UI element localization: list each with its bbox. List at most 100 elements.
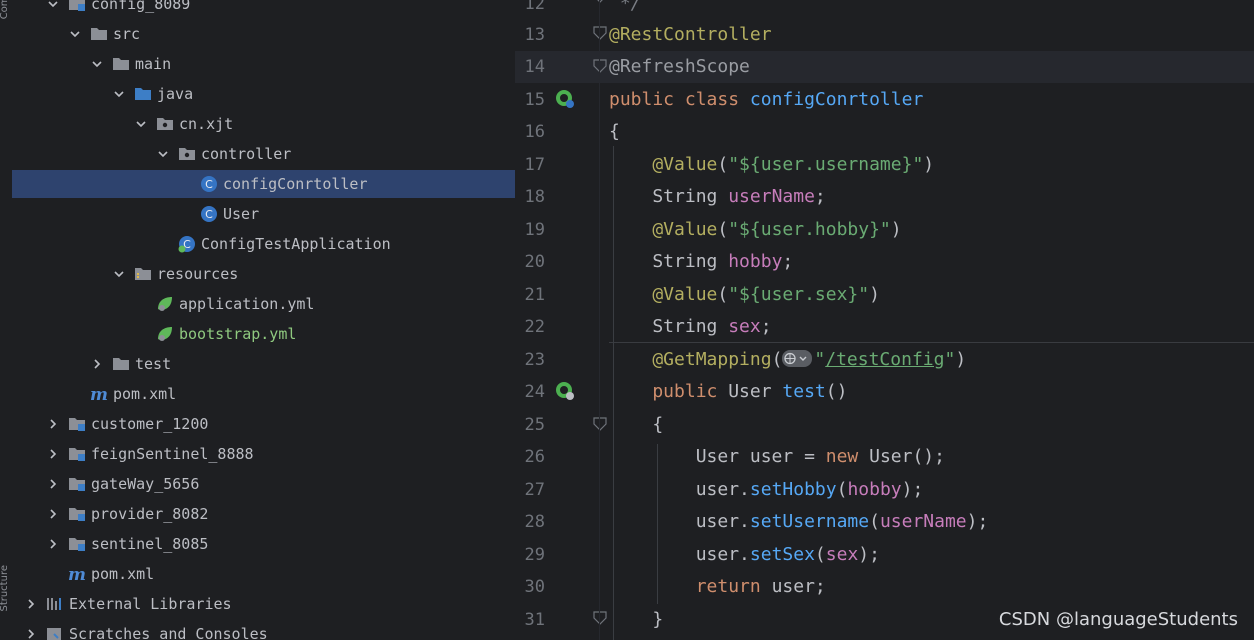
line-number: 12 [524, 0, 545, 14]
code-text: @Value("${user.username}") [609, 153, 934, 177]
line-number: 16 [524, 122, 545, 142]
code-token: hobby [847, 479, 902, 500]
code-line[interactable]: 27 user.setHobby(hobby); [515, 474, 1254, 506]
code-token: ( [717, 154, 729, 175]
code-line[interactable]: 30 return user; [515, 571, 1254, 603]
tree-item-cn-xjt[interactable]: cn.xjt [12, 110, 515, 138]
tree-item-provider-8082[interactable]: provider_8082 [12, 500, 515, 528]
tree-item-configconrtoller[interactable]: CconfigConrtoller [12, 170, 515, 198]
chevron-down-icon[interactable] [68, 20, 82, 48]
code-text: public class configConrtoller [609, 88, 923, 112]
tree-item-external-libraries[interactable]: External Libraries [12, 590, 515, 618]
chevron-down-icon[interactable] [134, 110, 148, 138]
code-line[interactable]: 26 User user = new User(); [515, 441, 1254, 473]
code-line[interactable]: 29 user.setSex(sex); [515, 539, 1254, 571]
web-endpoint-gutter-icon[interactable] [554, 380, 574, 400]
tree-item-test[interactable]: test [12, 350, 515, 378]
line-number: 18 [524, 187, 545, 207]
code-editor[interactable]: 12 */ 13 @RestController 14 @RefreshScope 15 p… [515, 0, 1254, 640]
tree-item-main[interactable]: main [12, 50, 515, 78]
code-line[interactable]: 13 @RestController [515, 19, 1254, 51]
tree-item-config-8089[interactable]: config_8089 [12, 0, 515, 18]
tree-item-scratches-and-consoles[interactable]: Scratches and Consoles [12, 620, 515, 640]
commit-tab[interactable]: Commit [0, 0, 10, 19]
code-token: setUsername [749, 511, 870, 532]
tree-item-gateway-5656[interactable]: gateWay_5656 [12, 470, 515, 498]
chevron-right-icon[interactable] [46, 440, 60, 468]
code-line[interactable]: 17 @Value("${user.username}") [515, 149, 1254, 181]
chevron-down-icon[interactable] [46, 0, 60, 18]
tree-item-pom-xml[interactable]: m pom.xml [12, 560, 515, 588]
tree-item-resources[interactable]: resources [12, 260, 515, 288]
line-number: 13 [524, 25, 545, 45]
indent-guide [657, 444, 658, 604]
code-token: ); [901, 479, 924, 500]
tree-item-feignsentinel-8888[interactable]: feignSentinel_8888 [12, 440, 515, 468]
line-number: 21 [524, 285, 545, 305]
tree-item-label: gateWay_5656 [91, 475, 200, 493]
tree-item-label: pom.xml [113, 385, 177, 403]
fold-start-icon[interactable] [590, 23, 610, 43]
code-line[interactable]: 16 { [515, 116, 1254, 148]
code-line[interactable]: 23 @GetMapping("/testConfig") [515, 344, 1254, 376]
tree-item-customer-1200[interactable]: customer_1200 [12, 410, 515, 438]
code-line[interactable]: 22 String sex; [515, 311, 1254, 343]
code-line[interactable]: 14 @RefreshScope [515, 51, 1254, 83]
fold-end-icon[interactable] [590, 608, 610, 628]
tree-item-controller[interactable]: controller [12, 140, 515, 168]
tree-item-src[interactable]: src [12, 20, 515, 48]
code-token: class [684, 89, 750, 110]
code-token: ; [814, 186, 826, 207]
code-token: @Value [609, 284, 718, 305]
code-token: @Value [609, 154, 718, 175]
code-line[interactable]: 24 public User test() [515, 376, 1254, 408]
tree-item-application-yml[interactable]: application.yml [12, 290, 515, 318]
spring-config-icon [156, 295, 174, 313]
scratches-icon [46, 625, 64, 640]
chevron-down-icon[interactable] [90, 50, 104, 78]
code-line[interactable]: 18 String userName; [515, 181, 1254, 213]
code-token: "${user.sex}" [728, 284, 870, 305]
line-number: 31 [524, 610, 545, 630]
chevron-right-icon[interactable] [46, 500, 60, 528]
code-line[interactable]: 19 @Value("${user.hobby}") [515, 214, 1254, 246]
tree-item-label: External Libraries [69, 595, 232, 613]
chevron-right-icon[interactable] [46, 530, 60, 558]
indent-guide [613, 146, 614, 640]
line-number: 19 [524, 220, 545, 240]
code-line[interactable]: 21 @Value("${user.sex}") [515, 279, 1254, 311]
fold-start-icon[interactable] [590, 414, 610, 434]
folder-icon [112, 55, 130, 73]
tree-item-configtestapplication[interactable]: C ConfigTestApplication [12, 230, 515, 258]
tree-item-sentinel-8085[interactable]: sentinel_8085 [12, 530, 515, 558]
chevron-down-icon[interactable] [156, 140, 170, 168]
code-text: String hobby; [609, 250, 793, 274]
line-number: 20 [524, 252, 545, 272]
chevron-right-icon[interactable] [90, 350, 104, 378]
chevron-right-icon[interactable] [46, 410, 60, 438]
code-line[interactable]: 15 public class configConrtoller [515, 84, 1254, 116]
chevron-right-icon[interactable] [46, 470, 60, 498]
tree-item-pom-xml[interactable]: m pom.xml [12, 380, 515, 408]
code-line[interactable]: 28 user.setUsername(userName); [515, 506, 1254, 538]
tree-item-bootstrap-yml[interactable]: bootstrap.yml [12, 320, 515, 348]
chevron-right-icon[interactable] [24, 590, 38, 618]
chevron-down-icon[interactable] [112, 80, 126, 108]
web-endpoint-icon[interactable] [782, 350, 813, 367]
tree-item-user[interactable]: C User [12, 200, 515, 228]
code-token: ; [782, 251, 794, 272]
code-line[interactable]: 20 String hobby; [515, 246, 1254, 278]
code-line[interactable]: 12 */ [515, 0, 1254, 20]
code-token: userName [728, 186, 815, 207]
tree-item-label: src [113, 25, 141, 43]
svg-text:C: C [205, 208, 213, 221]
spring-bean-icon[interactable] [554, 88, 574, 108]
tree-item-java[interactable]: java [12, 80, 515, 108]
chevron-right-icon[interactable] [24, 620, 38, 640]
fold-end-icon[interactable] [590, 0, 610, 6]
structure-tab[interactable]: Structure [0, 565, 10, 612]
fold-end-icon[interactable] [590, 56, 610, 76]
code-line[interactable]: 25 { [515, 409, 1254, 441]
chevron-down-icon[interactable] [112, 260, 126, 288]
code-token: user. [609, 544, 750, 565]
